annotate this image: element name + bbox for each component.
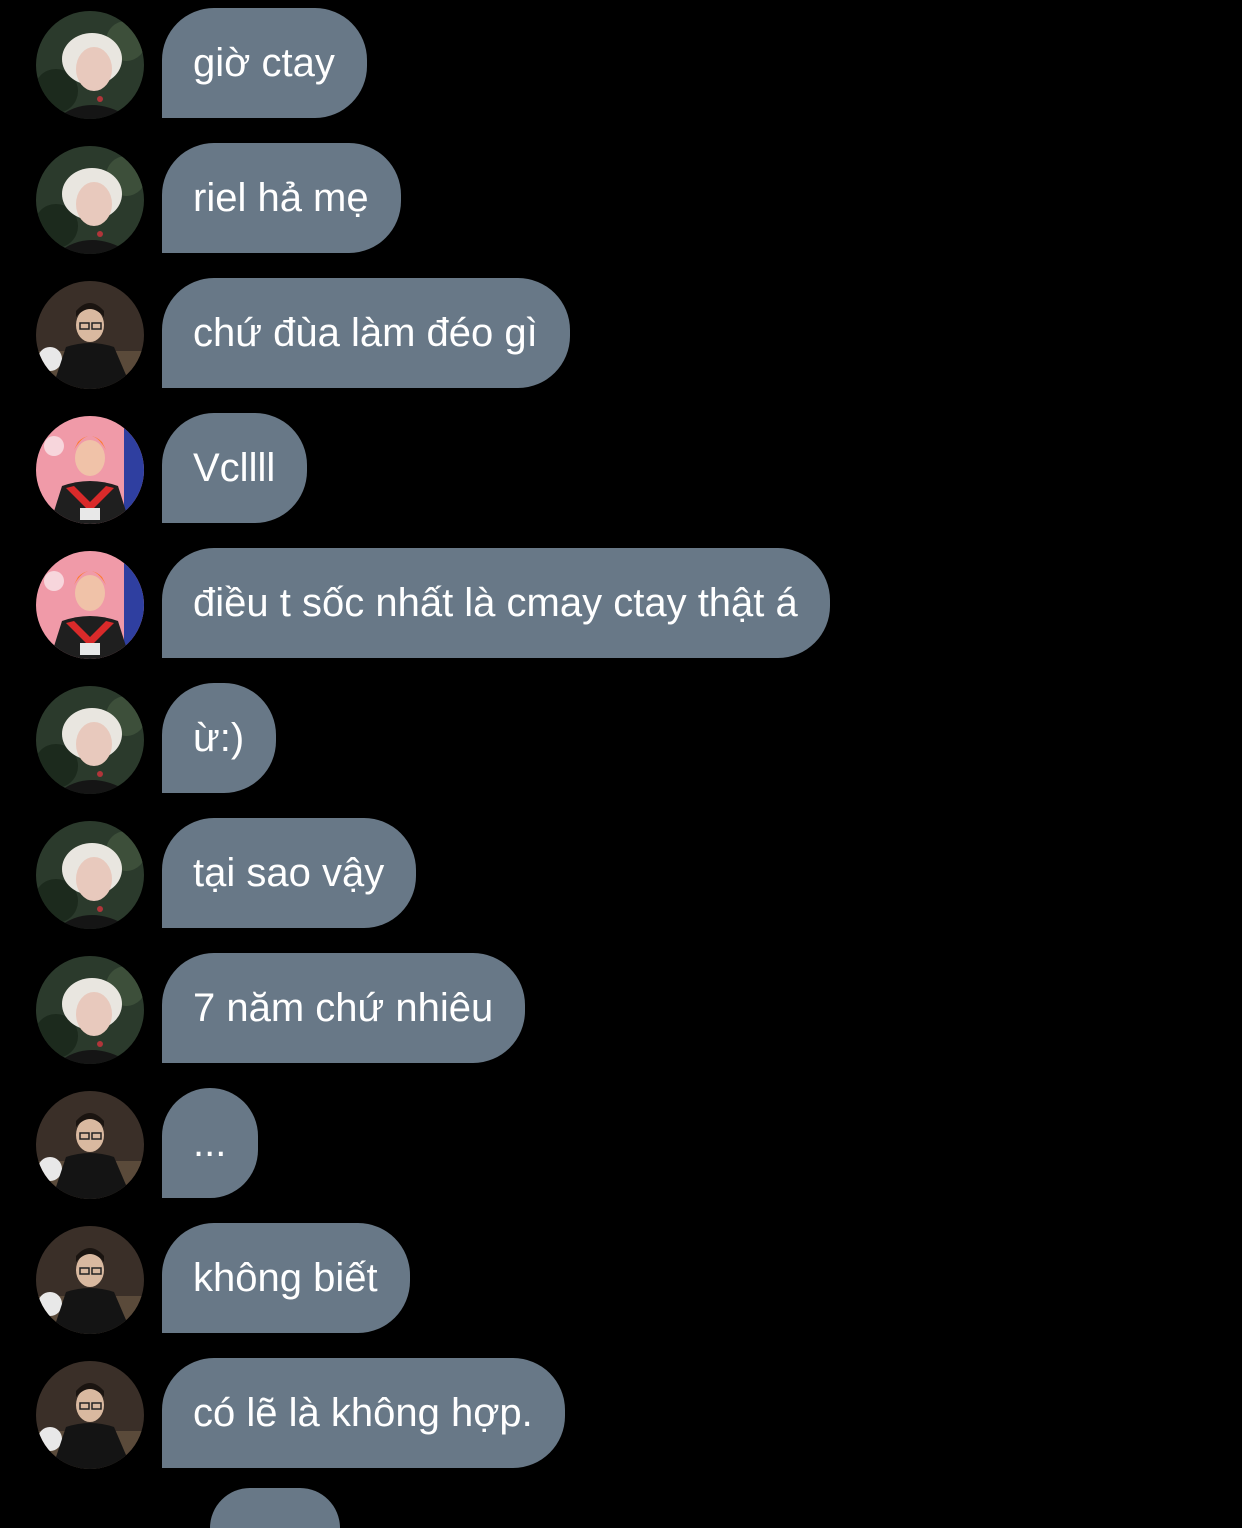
- avatar-glasses[interactable]: [36, 1226, 144, 1334]
- avatar-blonde[interactable]: [36, 821, 144, 929]
- next-message-bubble-edge: [210, 1488, 340, 1528]
- avatar-blonde[interactable]: [36, 956, 144, 1064]
- message-row: Vcllll: [0, 413, 1242, 548]
- avatar-blonde[interactable]: [36, 686, 144, 794]
- message-bubble[interactable]: Vcllll: [162, 413, 308, 523]
- avatar-glasses[interactable]: [36, 281, 144, 389]
- message-row: tại sao vậy: [0, 818, 1242, 953]
- avatar-blonde[interactable]: [36, 146, 144, 254]
- message-bubble[interactable]: giờ ctay: [162, 8, 367, 118]
- message-thread: giờ ctay riel hả mẹ chứ đùa làm đéo gì V…: [0, 8, 1242, 1493]
- message-bubble[interactable]: không biết: [162, 1223, 410, 1333]
- avatar-glasses[interactable]: [36, 1361, 144, 1469]
- message-row: không biết: [0, 1223, 1242, 1358]
- message-row: giờ ctay: [0, 8, 1242, 143]
- avatar-red-hair[interactable]: [36, 551, 144, 659]
- message-bubble[interactable]: có lẽ là không hợp.: [162, 1358, 565, 1468]
- message-bubble[interactable]: riel hả mẹ: [162, 143, 401, 253]
- message-bubble[interactable]: điều t sốc nhất là cmay ctay thật á: [162, 548, 830, 658]
- message-bubble[interactable]: tại sao vậy: [162, 818, 417, 928]
- message-row: ừ:): [0, 683, 1242, 818]
- message-bubble[interactable]: chứ đùa làm đéo gì: [162, 278, 570, 388]
- message-bubble[interactable]: 7 năm chứ nhiêu: [162, 953, 526, 1063]
- message-row: chứ đùa làm đéo gì: [0, 278, 1242, 413]
- message-row: ...: [0, 1088, 1242, 1223]
- avatar-glasses[interactable]: [36, 1091, 144, 1199]
- avatar-blonde[interactable]: [36, 11, 144, 119]
- message-row: riel hả mẹ: [0, 143, 1242, 278]
- message-row: 7 năm chứ nhiêu: [0, 953, 1242, 1088]
- avatar-red-hair[interactable]: [36, 416, 144, 524]
- message-row: điều t sốc nhất là cmay ctay thật á: [0, 548, 1242, 683]
- message-row: có lẽ là không hợp.: [0, 1358, 1242, 1493]
- message-bubble[interactable]: ...: [162, 1088, 259, 1198]
- message-bubble[interactable]: ừ:): [162, 683, 277, 793]
